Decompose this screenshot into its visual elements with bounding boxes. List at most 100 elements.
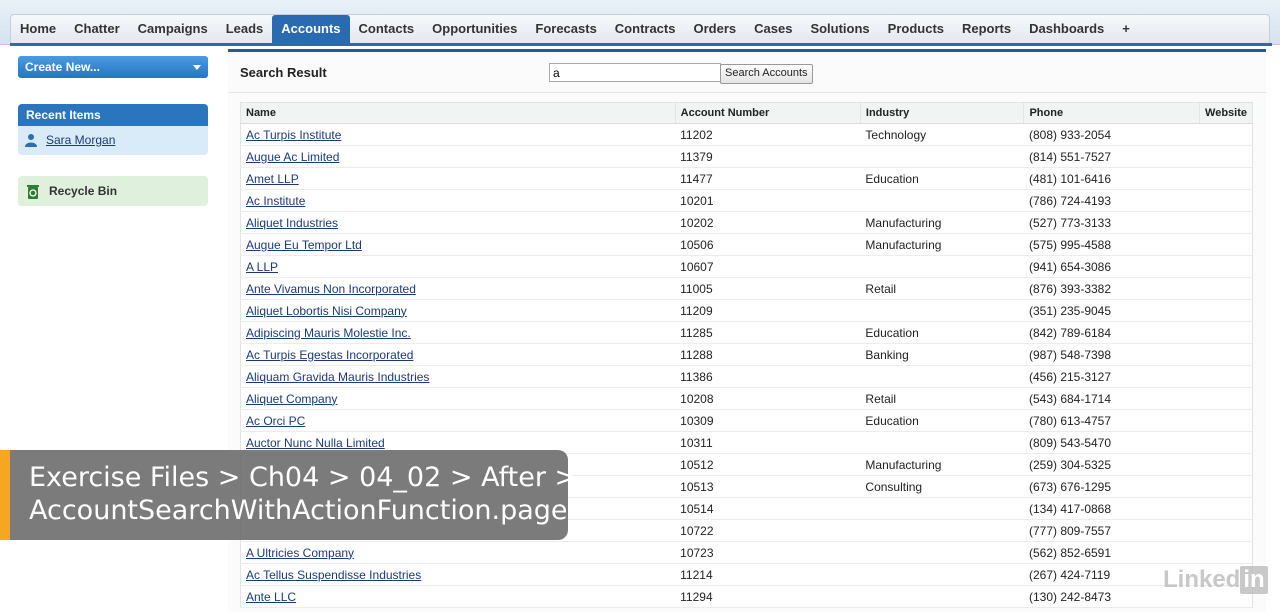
table-cell: 10202	[675, 211, 861, 234]
tab-solutions[interactable]: Solutions	[801, 15, 878, 43]
watermark-badge: in	[1240, 566, 1268, 594]
tab-add-icon[interactable]: +	[1113, 15, 1139, 43]
table-cell: Education	[860, 409, 1024, 432]
table-cell: Manufacturing	[860, 453, 1024, 476]
table-cell: (876) 393-3382	[1023, 277, 1200, 300]
tab-orders[interactable]: Orders	[684, 15, 745, 43]
table-cell: 10513	[675, 475, 861, 498]
table-cell: 11209	[675, 299, 861, 322]
tab-cases[interactable]: Cases	[745, 15, 801, 43]
tab-chatter[interactable]: Chatter	[65, 15, 129, 43]
tab-list: Home Chatter Campaigns Leads Accounts Contact…	[10, 14, 1270, 43]
caption-text: Exercise Files > Ch04 > 04_02 > After > …	[29, 461, 577, 527]
account-name-link[interactable]: Ac Turpis Egestas Incorporated	[246, 348, 413, 362]
table-cell: Education	[860, 167, 1024, 190]
recycle-bin-label: Recycle Bin	[49, 184, 118, 198]
recycle-bin-link[interactable]: Recycle Bin	[18, 176, 208, 206]
account-name-link[interactable]: A LLP	[246, 260, 278, 274]
table-row: Aliquet Industries 10202 Manufacturing (527…	[240, 211, 1253, 234]
tab-dashboards[interactable]: Dashboards	[1020, 15, 1113, 43]
table-cell: Ante LLC	[240, 585, 676, 608]
recent-item[interactable]: Sara Morgan	[18, 126, 208, 149]
caption-line-1: Exercise Files > Ch04 > 04_02 > After >	[29, 462, 578, 493]
table-cell	[1199, 519, 1253, 542]
tab-reports[interactable]: Reports	[953, 15, 1020, 43]
column-header[interactable]: Website	[1199, 102, 1253, 124]
account-name-link[interactable]: Ante LLC	[246, 590, 296, 604]
table-cell	[1199, 365, 1253, 388]
account-name-link[interactable]: Adipiscing Mauris Molestie Inc.	[246, 326, 411, 340]
account-name-link[interactable]: Augue Eu Tempor Ltd	[246, 238, 362, 252]
table-cell: (481) 101-6416	[1023, 167, 1200, 190]
table-cell: (814) 551-7527	[1023, 145, 1200, 168]
table-cell: (575) 995-4588	[1023, 233, 1200, 256]
table-cell	[1199, 343, 1253, 366]
account-name-link[interactable]: Augue Ac Limited	[246, 150, 339, 164]
account-name-link[interactable]: Ac Orci PC	[246, 414, 305, 428]
search-accounts-button[interactable]: Search Accounts	[720, 64, 813, 84]
table-cell: Banking	[860, 343, 1024, 366]
table-row: Augue Eu Tempor Ltd 10506 Manufacturing (57…	[240, 233, 1253, 256]
table-cell	[1199, 299, 1253, 322]
account-name-link[interactable]: A Ultricies Company	[246, 546, 354, 560]
table-cell: Ac Turpis Institute	[240, 123, 676, 146]
table-cell: (941) 654-3086	[1023, 255, 1200, 278]
account-name-link[interactable]: Aliquet Industries	[246, 216, 338, 230]
person-icon	[25, 134, 37, 147]
account-name-link[interactable]: Ac Turpis Institute	[246, 128, 341, 142]
table-row: Aliquet Lobortis Nisi Company 11209 (351) …	[240, 299, 1253, 322]
tab-contacts[interactable]: Contacts	[350, 15, 424, 43]
column-header[interactable]: Name	[240, 102, 676, 124]
table-row: Ac Tellus Suspendisse Industries 11214 (26…	[240, 563, 1253, 586]
account-name-link[interactable]: Aliquet Company	[246, 392, 337, 406]
account-name-link[interactable]: Auctor Nunc Nulla Limited	[246, 436, 385, 450]
table-cell	[1199, 255, 1253, 278]
column-header[interactable]: Account Number	[675, 102, 861, 124]
tab-leads[interactable]: Leads	[217, 15, 273, 43]
tab-accounts[interactable]: Accounts	[272, 15, 350, 43]
account-name-link[interactable]: Ante Vivamus Non Incorporated	[246, 282, 416, 296]
table-row: Aliquam Gravida Mauris Industries 11386 (4…	[240, 365, 1253, 388]
table-cell: Ac Institute	[240, 189, 676, 212]
table-cell: (456) 215-3127	[1023, 365, 1200, 388]
table-cell: Manufacturing	[860, 233, 1024, 256]
table-cell: (562) 852-6591	[1023, 541, 1200, 564]
tab-forecasts[interactable]: Forecasts	[526, 15, 605, 43]
table-cell: Augue Ac Limited	[240, 145, 676, 168]
tab-campaigns[interactable]: Campaigns	[129, 15, 217, 43]
table-cell	[1199, 409, 1253, 432]
table-cell: (351) 235-9045	[1023, 299, 1200, 322]
table-cell: Education	[860, 321, 1024, 344]
account-name-link[interactable]: Amet LLP	[246, 172, 299, 186]
search-input[interactable]	[549, 63, 721, 82]
recycle-bin-icon	[27, 185, 39, 199]
account-name-link[interactable]: Ac Institute	[246, 194, 305, 208]
create-new-button[interactable]: Create New...	[18, 56, 208, 78]
account-name-link[interactable]: Aliquam Gravida Mauris Industries	[246, 370, 429, 384]
table-cell: Aliquet Company	[240, 387, 676, 410]
column-header[interactable]: Phone	[1023, 102, 1201, 124]
table-cell: 11386	[675, 365, 861, 388]
table-cell: A Ultricies Company	[240, 541, 676, 564]
column-header[interactable]: Industry	[860, 102, 1025, 124]
tab-home[interactable]: Home	[11, 15, 65, 43]
table-row: Amet LLP 11477 Education (481) 101-6416	[240, 167, 1253, 190]
linkedin-watermark: Linked in	[1163, 566, 1268, 594]
table-cell: Retail	[860, 387, 1024, 410]
table-cell: 10607	[675, 255, 861, 278]
recent-item-link[interactable]: Sara Morgan	[46, 133, 115, 147]
table-cell	[860, 585, 1024, 608]
table-cell	[1199, 233, 1253, 256]
table-cell	[1199, 431, 1253, 454]
page-title: Search Result	[240, 65, 327, 80]
tab-products[interactable]: Products	[879, 15, 953, 43]
file-path-overlay: Exercise Files > Ch04 > 04_02 > After > …	[0, 450, 577, 540]
tab-contracts[interactable]: Contracts	[606, 15, 685, 43]
create-new-label: Create New...	[25, 60, 100, 74]
table-cell: 10722	[675, 519, 861, 542]
tab-opportunities[interactable]: Opportunities	[423, 15, 526, 43]
account-name-link[interactable]: Aliquet Lobortis Nisi Company	[246, 304, 407, 318]
account-name-link[interactable]: Ac Tellus Suspendisse Industries	[246, 568, 421, 582]
table-cell: (527) 773-3133	[1023, 211, 1200, 234]
table-row: A Ultricies Company 10723 (562) 852-6591	[240, 541, 1253, 564]
